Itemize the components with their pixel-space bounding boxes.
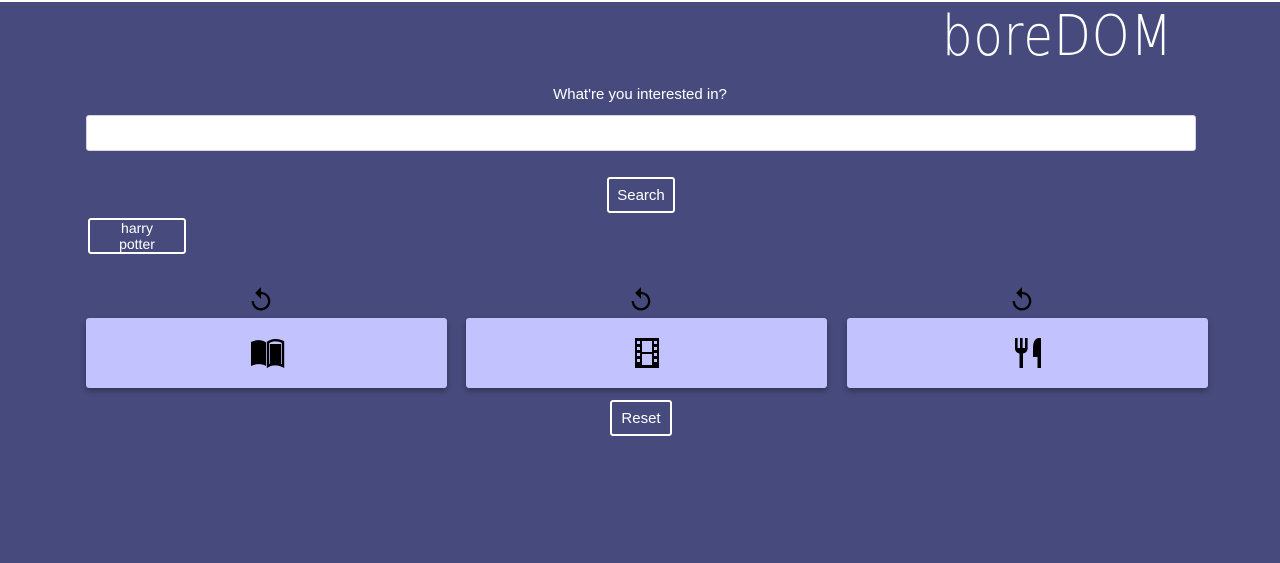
reset-button[interactable]: Reset — [610, 400, 672, 436]
refresh-icon[interactable] — [247, 285, 275, 315]
app-page: boreDOM What're you interested in? Searc… — [0, 0, 1280, 563]
refresh-icon[interactable] — [627, 285, 655, 315]
food-card[interactable] — [847, 318, 1208, 388]
movies-card[interactable] — [466, 318, 827, 388]
film-icon — [634, 338, 659, 368]
app-title: boreDOM — [942, 4, 1173, 69]
books-card[interactable] — [86, 318, 447, 388]
book-open-icon — [250, 338, 284, 368]
refresh-icon[interactable] — [1008, 285, 1036, 315]
fork-knife-icon — [1014, 338, 1041, 368]
history-chip[interactable]: harry potter — [88, 218, 186, 254]
search-prompt-label: What're you interested in? — [553, 86, 727, 103]
search-button[interactable]: Search — [607, 177, 675, 213]
search-input[interactable] — [86, 115, 1196, 151]
